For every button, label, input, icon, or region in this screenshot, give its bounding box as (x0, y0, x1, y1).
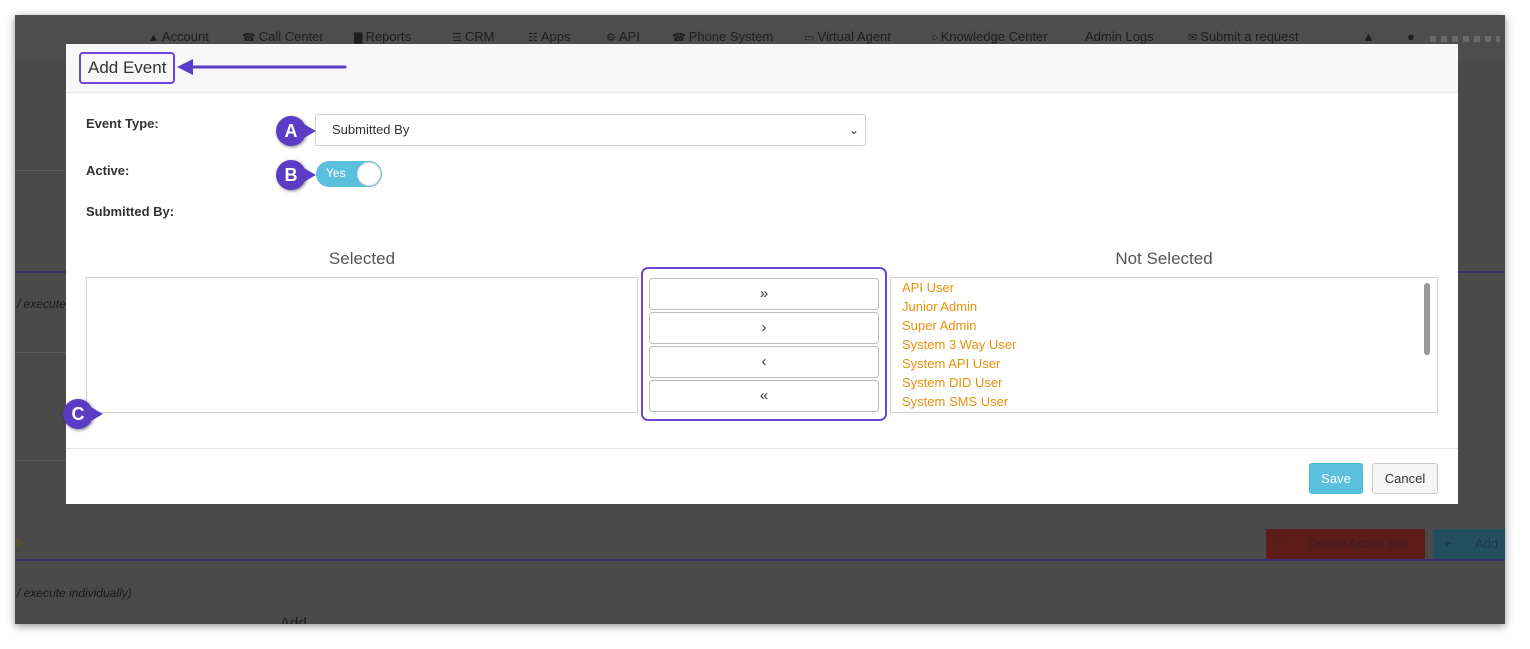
user-menu-icon[interactable]: ● (1407, 29, 1415, 44)
nav-crm-label: CRM (464, 29, 495, 44)
nav-phone-system-label: Phone System (688, 29, 774, 44)
phone-icon: ☎ (242, 32, 256, 44)
monitor-icon: ▭ (804, 32, 815, 44)
callout-a-pointer (302, 123, 316, 139)
nav-reports-label: Reports (365, 29, 411, 44)
nav-apps[interactable]: ☷ Apps (528, 29, 571, 44)
list-item[interactable]: API User (902, 280, 954, 295)
app-window: ▲ Account ☎ Call Center ▇ Reports ☰ CRM ☷ App… (15, 15, 1505, 624)
list-item[interactable]: Junior Admin (902, 299, 977, 314)
delete-action-set-label: Delete Action Set (1308, 536, 1408, 551)
user-icon: ▲ (148, 32, 159, 44)
divider (1458, 271, 1505, 273)
list-item[interactable]: System API User (902, 356, 1000, 371)
nav-admin-logs[interactable]: Admin Logs (1085, 29, 1154, 44)
nav-apps-label: Apps (540, 29, 571, 44)
chevron-down-icon: ⌄ (848, 123, 859, 137)
list-item[interactable]: System 3 Way User (902, 337, 1016, 352)
save-button[interactable]: Save (1309, 463, 1363, 494)
modal-footer: Save Cancel (66, 448, 1458, 504)
bell-icon[interactable]: ▲ (1362, 29, 1375, 44)
move-left-button[interactable]: ‹ (649, 346, 879, 378)
list-item[interactable]: Super Admin (902, 318, 976, 333)
event-type-select[interactable]: Submitted By ⌄ (315, 114, 866, 146)
move-right-button[interactable]: › (649, 312, 879, 344)
nav-account[interactable]: ▲ Account (148, 29, 209, 44)
scrollbar[interactable] (1424, 283, 1430, 355)
bg-text: / execute (17, 297, 66, 311)
divider (15, 170, 66, 171)
nav-submit-request-label: Submit a request (1200, 29, 1299, 44)
add-action-set-label: Add (1475, 536, 1499, 551)
nav-call-center-label: Call Center (258, 29, 324, 44)
not-selected-header: Not Selected (1115, 249, 1213, 268)
add-event-modal: Add Event Event Type: Submitted By ⌄ Act… (66, 44, 1458, 504)
nav-phone-system[interactable]: ☎ Phone System (672, 29, 773, 44)
divider (15, 559, 1505, 561)
bg-text: s (15, 534, 21, 548)
list-item[interactable]: System SMS User (902, 394, 1008, 409)
nav-knowledge-center[interactable]: ○ Knowledge Center (931, 29, 1048, 44)
cancel-button[interactable]: Cancel (1372, 463, 1438, 494)
move-all-right-button[interactable]: » (649, 278, 879, 310)
active-toggle[interactable]: Yes (316, 161, 382, 187)
lightbulb-icon: ○ (931, 32, 938, 44)
nav-knowledge-center-label: Knowledge Center (940, 29, 1048, 44)
nav-account-label: Account (161, 29, 209, 44)
bg-text: Add (280, 615, 307, 624)
selected-listbox[interactable] (86, 277, 638, 413)
event-type-value: Submitted By (332, 122, 410, 137)
list-icon: ☰ (452, 32, 462, 44)
submitted-by-label: Submitted By: (86, 204, 175, 219)
add-action-set-button[interactable]: + Add (1433, 529, 1505, 559)
chevron-left-icon: ‹ (761, 353, 767, 370)
grid-icon: ☷ (528, 32, 538, 44)
gear-icon: ⚙ (606, 32, 616, 44)
divider (15, 352, 66, 353)
selected-header: Selected (328, 249, 396, 268)
chat-icon: ✉ (1188, 32, 1198, 44)
divider (15, 460, 66, 461)
nav-admin-logs-label: Admin Logs (1085, 29, 1154, 44)
double-chevron-left-icon: « (759, 387, 769, 404)
bg-text: / execute individually) (17, 586, 132, 600)
annotation-arrow (177, 59, 347, 75)
nav-crm[interactable]: ☰ CRM (452, 29, 494, 44)
move-buttons-group: » › ‹ « (641, 267, 887, 421)
list-item[interactable]: System DID User (902, 375, 1002, 390)
active-label: Active: (86, 163, 130, 178)
not-selected-listbox[interactable]: API User Junior Admin Super Admin System… (890, 277, 1438, 413)
callout-c-pointer (89, 406, 103, 422)
nav-virtual-agent[interactable]: ▭ Virtual Agent (804, 29, 891, 44)
divider (15, 271, 66, 273)
nav-submit-request[interactable]: ✉ Submit a request (1188, 29, 1299, 44)
nav-virtual-agent-label: Virtual Agent (817, 29, 891, 44)
user-name-blurred (1430, 36, 1500, 42)
delete-action-set-button[interactable]: − Delete Action Set (1266, 529, 1425, 559)
nav-api-label: API (618, 29, 640, 44)
callout-b-pointer (302, 167, 316, 183)
plus-icon: + (1443, 536, 1451, 551)
toggle-knob (357, 162, 381, 186)
nav-api[interactable]: ⚙ API (606, 29, 640, 44)
event-type-label: Event Type: (86, 116, 159, 131)
phone-icon: ☎ (672, 32, 686, 44)
active-toggle-label: Yes (326, 166, 346, 180)
modal-title: Add Event (79, 52, 176, 84)
bar-chart-icon: ▇ (354, 32, 363, 44)
nav-call-center[interactable]: ☎ Call Center (242, 29, 324, 44)
nav-reports[interactable]: ▇ Reports (354, 29, 411, 44)
double-chevron-right-icon: » (759, 285, 769, 302)
minus-icon: − (1276, 536, 1284, 551)
chevron-right-icon: › (761, 319, 767, 336)
move-all-left-button[interactable]: « (649, 380, 879, 412)
